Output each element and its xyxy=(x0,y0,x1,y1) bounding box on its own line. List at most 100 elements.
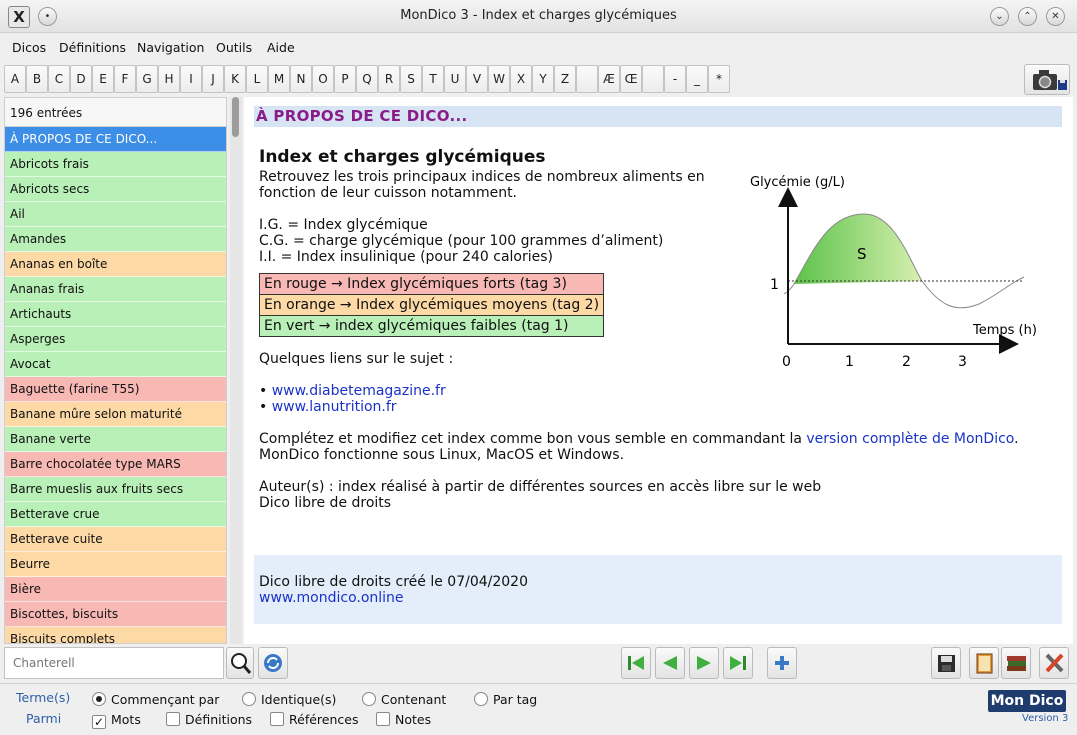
previous-arrow-icon xyxy=(663,656,677,670)
link-diabetemagazine[interactable]: www.diabetemagazine.fr xyxy=(272,383,446,399)
list-item[interactable]: Amandes xyxy=(5,227,226,252)
menu-dicos[interactable]: Dicos xyxy=(12,40,46,55)
list-item[interactable]: Beurre xyxy=(5,552,226,577)
letter-button-C[interactable]: C xyxy=(48,65,70,93)
list-scrollbar[interactable] xyxy=(230,97,242,644)
letter-button-T[interactable]: T xyxy=(422,65,444,93)
letter-button-W[interactable]: W xyxy=(488,65,510,93)
list-item[interactable]: Biscuits complets xyxy=(5,627,226,643)
library-button[interactable] xyxy=(1001,647,1031,679)
radio-identical[interactable]: Identique(s) xyxy=(242,692,336,707)
link-mondico-online[interactable]: www.mondico.online xyxy=(259,590,404,606)
maximize-button[interactable]: ⌃ xyxy=(1018,7,1037,26)
menu-navigation[interactable]: Navigation xyxy=(137,40,204,55)
list-item[interactable]: Ananas en boîte xyxy=(5,252,226,277)
link-lanutrition[interactable]: www.lanutrition.fr xyxy=(272,399,397,415)
add-entry-button[interactable] xyxy=(767,647,797,679)
letter-button-V[interactable]: V xyxy=(466,65,488,93)
letter-button-M[interactable]: M xyxy=(268,65,290,93)
list-item[interactable]: Baguette (farine T55) xyxy=(5,377,226,402)
radio-icon[interactable] xyxy=(474,692,488,706)
dictionary-button[interactable] xyxy=(969,647,999,679)
letter-button-U[interactable]: U xyxy=(444,65,466,93)
letter-button-K[interactable]: K xyxy=(224,65,246,93)
letter-button-S[interactable]: S xyxy=(400,65,422,93)
letter-button-J[interactable]: J xyxy=(202,65,224,93)
letter-button-R[interactable]: R xyxy=(378,65,400,93)
letter-button-blank-26[interactable] xyxy=(576,65,598,93)
letter-button-I[interactable]: I xyxy=(180,65,202,93)
letter-button-P[interactable]: P xyxy=(334,65,356,93)
letter-button-D[interactable]: D xyxy=(70,65,92,93)
letter-button-H[interactable]: H xyxy=(158,65,180,93)
check-notes[interactable]: Notes xyxy=(376,712,431,727)
check-words[interactable]: ✓ Mots xyxy=(92,712,141,729)
letter-button-Z[interactable]: Z xyxy=(554,65,576,93)
next-entry-button[interactable] xyxy=(689,647,719,679)
radio-contains[interactable]: Contenant xyxy=(362,692,446,707)
link-full-version[interactable]: version complète de MonDico xyxy=(806,431,1014,447)
search-button[interactable] xyxy=(226,647,254,679)
scrollbar-thumb[interactable] xyxy=(232,97,239,137)
letter-button-G[interactable]: G xyxy=(136,65,158,93)
radio-by-tag[interactable]: Par tag xyxy=(474,692,537,707)
letter-button-N[interactable]: N xyxy=(290,65,312,93)
list-item[interactable]: À PROPOS DE CE DICO... xyxy=(5,127,226,152)
list-item[interactable]: Banane verte xyxy=(5,427,226,452)
letter-button-Œ[interactable]: Œ xyxy=(620,65,642,93)
menu-aide[interactable]: Aide xyxy=(267,40,295,55)
refresh-button[interactable] xyxy=(258,647,288,679)
last-entry-button[interactable] xyxy=(723,647,753,679)
letter-button--[interactable]: - xyxy=(664,65,686,93)
letter-button-Y[interactable]: Y xyxy=(532,65,554,93)
checkbox-icon[interactable] xyxy=(270,712,284,726)
list-item[interactable]: Betterave crue xyxy=(5,502,226,527)
letter-button-O[interactable]: O xyxy=(312,65,334,93)
list-item[interactable]: Banane mûre selon maturité xyxy=(5,402,226,427)
letter-button-B[interactable]: B xyxy=(26,65,48,93)
menu-outils[interactable]: Outils xyxy=(216,40,252,55)
list-item[interactable]: Artichauts xyxy=(5,302,226,327)
checkbox-icon[interactable] xyxy=(166,712,180,726)
search-input[interactable] xyxy=(4,647,224,679)
check-definitions[interactable]: Définitions xyxy=(166,712,252,727)
checkbox-icon[interactable] xyxy=(376,712,390,726)
letter-button-E[interactable]: E xyxy=(92,65,114,93)
letter-button-_[interactable]: _ xyxy=(686,65,708,93)
letter-button-*[interactable]: * xyxy=(708,65,730,93)
check-references[interactable]: Références xyxy=(270,712,358,727)
first-entry-button[interactable] xyxy=(621,647,651,679)
letter-button-X[interactable]: X xyxy=(510,65,532,93)
alphabet-bar: A B C D E F G H I J K L M N O P Q R S T U V W X Y Z Æ Œ - _ * xyxy=(0,62,1077,96)
settings-button[interactable] xyxy=(1039,647,1069,679)
list-item[interactable]: Abricots secs xyxy=(5,177,226,202)
radio-icon[interactable] xyxy=(242,692,256,706)
letter-button-F[interactable]: F xyxy=(114,65,136,93)
radio-starts-with[interactable]: Commençant par xyxy=(92,692,219,707)
list-item[interactable]: Ail xyxy=(5,202,226,227)
menu-definitions[interactable]: Définitions xyxy=(59,40,126,55)
letter-button-A[interactable]: A xyxy=(4,65,26,93)
previous-entry-button[interactable] xyxy=(655,647,685,679)
list-item[interactable]: Avocat xyxy=(5,352,226,377)
list-item[interactable]: Barre chocolatée type MARS xyxy=(5,452,226,477)
list-item[interactable]: Ananas frais xyxy=(5,277,226,302)
letter-button-Q[interactable]: Q xyxy=(356,65,378,93)
save-button[interactable] xyxy=(931,647,961,679)
radio-icon[interactable] xyxy=(92,692,106,706)
screenshot-button[interactable] xyxy=(1024,64,1070,95)
letter-button-L[interactable]: L xyxy=(246,65,268,93)
minimize-button[interactable]: ⌄ xyxy=(990,7,1009,26)
close-button[interactable]: ✕ xyxy=(1046,7,1065,26)
letter-button-Æ[interactable]: Æ xyxy=(598,65,620,93)
list-item[interactable]: Betterave cuite xyxy=(5,527,226,552)
glycemia-graph: Glycémie (g/L) Temps (h) S 1 0 1 2 3 xyxy=(750,175,1037,370)
radio-icon[interactable] xyxy=(362,692,376,706)
checkmark-icon[interactable]: ✓ xyxy=(92,715,106,729)
list-item[interactable]: Barre mueslis aux fruits secs xyxy=(5,477,226,502)
letter-button-blank-29[interactable] xyxy=(642,65,664,93)
list-item[interactable]: Asperges xyxy=(5,327,226,352)
list-item[interactable]: Bière xyxy=(5,577,226,602)
list-item[interactable]: Biscottes, biscuits xyxy=(5,602,226,627)
list-item[interactable]: Abricots frais xyxy=(5,152,226,177)
